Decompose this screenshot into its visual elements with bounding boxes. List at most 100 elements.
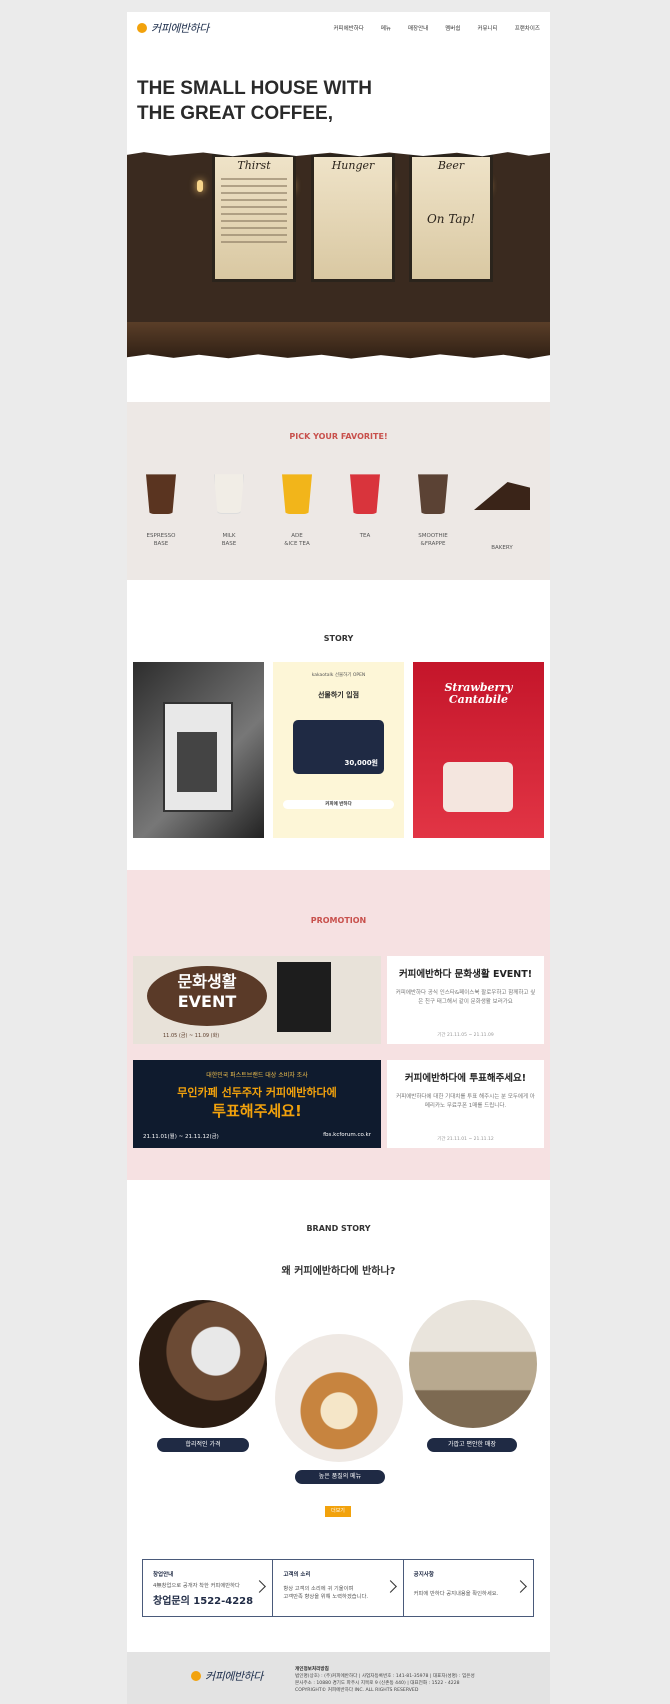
card2-top-text: kakaotalk 선물하기 OPEN [311, 673, 366, 678]
pick-favorite-section: PICK YOUR FAVORITE! ESPRESSO BASE MILK B… [127, 402, 550, 580]
info-box-heading: 창업안내 [153, 1572, 174, 1578]
site-header: 커피에반하다 커피에반하다 메뉴 매장안내 멤버쉽 커뮤니티 프랜차이즈 [127, 12, 550, 44]
nav-item-franchise[interactable]: 프랜차이즈 [515, 24, 540, 32]
menu-board: Hunger [311, 154, 395, 282]
vote-banner-line2: 투표해주세요! [212, 1102, 302, 1120]
culture-event-line2: EVENT [177, 992, 237, 1011]
product-label: ADE &ICE TEA [284, 533, 310, 547]
logo-text: 커피에반하다 [151, 22, 209, 35]
kiosk-machine [177, 732, 217, 792]
hero-title: THE SMALL HOUSE WITH THE GREAT COFFEE, [137, 76, 467, 126]
counter [127, 322, 550, 360]
logo-mark-icon [191, 1671, 201, 1681]
tea-cup-icon [350, 474, 380, 514]
vote-banner-url: fbs.kcforum.co.kr [323, 1132, 371, 1138]
product-espresso[interactable]: ESPRESSO BASE [131, 470, 191, 548]
gift-card-amount: 30,000원 [344, 759, 378, 767]
nav-item-about[interactable]: 커피에반하다 [334, 24, 364, 32]
promo-banner-culture-event[interactable]: 문화생활 EVENT 11.05 (금) ~ 11.09 (화) [133, 956, 381, 1044]
pill-comfortable-store[interactable]: 가깝고 편안한 매장 [427, 1438, 517, 1452]
movie-poster [277, 962, 331, 1032]
pill-quality-menu[interactable]: 높은 품질의 메뉴 [295, 1470, 385, 1484]
logo[interactable]: 커피에반하다 [137, 20, 209, 36]
menu-board-title: Hunger [331, 159, 375, 172]
vote-banner-date: 21.11.01(월) ~ 21.11.12(금) [143, 1134, 219, 1140]
story-card-strawberry[interactable]: Strawberry Cantabile [413, 662, 544, 838]
info-box-description: 커피에 반하다 공지내용을 확인하세요. [413, 1591, 499, 1597]
product-ade[interactable]: ADE &ICE TEA [267, 470, 327, 548]
culture-event-date: 11.05 (금) ~ 11.09 (화) [163, 1033, 220, 1039]
more-button[interactable]: 더보기 [325, 1506, 351, 1517]
menu-board: Thirst [212, 154, 296, 282]
vote-banner-line1: 무인카페 선두주자 커피에반하다에 [177, 1086, 337, 1099]
story-title: STORY [323, 634, 354, 643]
espresso-cup-icon [146, 474, 176, 514]
product-milk[interactable]: MILK BASE [199, 470, 259, 548]
page: 커피에반하다 커피에반하다 메뉴 매장안내 멤버쉽 커뮤니티 프랜차이즈 THE… [127, 12, 550, 1704]
info-box-customer-voice[interactable]: 고객의 소리 항상 고객의 소리에 귀 기울이며 고객만족 향상을 위해 노력하… [273, 1560, 404, 1616]
product-bakery[interactable]: BAKERY [472, 470, 532, 552]
cake-icon [474, 482, 530, 510]
hero-title-line1: THE SMALL HOUSE WITH [137, 78, 373, 99]
product-tea[interactable]: TEA [335, 470, 395, 540]
footer-info: 개인정보처리방침 법인명(상호) : (주)커피에반하다 | 사업자등록번호 :… [295, 1666, 475, 1694]
info-box-description: 4無창업으로 공개자 착한 커피에반하다 [153, 1583, 240, 1589]
menu-board-subtitle: On Tap! [426, 212, 476, 226]
product-label: TEA [359, 533, 371, 539]
nav-item-menu[interactable]: 메뉴 [381, 24, 391, 32]
menu-board-title: Thirst [237, 159, 271, 172]
promo-date: 기간 21.11.01 ~ 21.11.12 [437, 1137, 494, 1142]
promo-banner-vote[interactable]: 대한민국 퍼스트브랜드 대상 소비자 조사 무인카페 선두주자 커피에반하다에 … [133, 1060, 381, 1148]
promotion-section: PROMOTION 문화생활 EVENT 11.05 (금) ~ 11.09 (… [127, 870, 550, 1180]
site-footer: 커피에반하다 개인정보처리방침 법인명(상호) : (주)커피에반하다 | 사업… [127, 1652, 550, 1704]
brand-image-quality [275, 1334, 403, 1462]
brand-image-price [139, 1300, 267, 1428]
info-box-notice[interactable]: 공지사항 커피에 반하다 공지내용을 확인하세요. [404, 1560, 533, 1616]
promo-heading: 커피에반하다에 투표해주세요! [404, 1073, 527, 1084]
promo-text-culture-event[interactable]: 커피에반하다 문화생활 EVENT! 커피에반하다 공식 인스타&페이스북 팔로… [387, 956, 544, 1044]
footer-logo[interactable]: 커피에반하다 [191, 1668, 263, 1684]
nav-item-membership[interactable]: 멤버쉽 [445, 24, 460, 32]
pill-reasonable-price[interactable]: 합리적인 가격 [157, 1438, 249, 1452]
info-box-heading: 공지사항 [413, 1572, 434, 1578]
promotion-title: PROMOTION [310, 916, 367, 925]
smoothie-cup-icon [418, 474, 448, 514]
brand-subtitle: 왜 커피에반하다에 반하나? [281, 1266, 396, 1277]
product-label: BAKERY [491, 545, 513, 551]
card2-search-bar: 커피에 반하다 [283, 800, 394, 809]
promo-description: 커피에반하다에 대한 기대치를 투표 해주시는 분 모두에게 아메리카노 무료쿠… [396, 1094, 535, 1109]
promo-heading: 커피에반하다 문화생활 EVENT! [398, 969, 533, 980]
card2-title: 선물하기 입점 [317, 691, 360, 699]
lamp-icon [197, 180, 203, 192]
milk-cup-icon [214, 474, 244, 514]
product-smoothie[interactable]: SMOOTHIE &FRAPPE [403, 470, 463, 548]
info-box-startup[interactable]: 창업안내 4無창업으로 공개자 착한 커피에반하다 창업문의 1522-4228 [143, 1560, 274, 1616]
product-label: SMOOTHIE &FRAPPE [418, 533, 448, 547]
pick-title: PICK YOUR FAVORITE! [289, 432, 388, 441]
brand-image-store [409, 1300, 537, 1428]
nav-item-stores[interactable]: 매장안내 [408, 24, 428, 32]
gift-card: 30,000원 [293, 720, 384, 774]
story-card-store[interactable] [133, 662, 264, 838]
privacy-policy-link[interactable]: 개인정보처리방침 [295, 1666, 475, 1673]
promo-text-vote[interactable]: 커피에반하다에 투표해주세요! 커피에반하다에 대한 기대치를 투표 해주시는 … [387, 1060, 544, 1148]
info-box-heading: 고객의 소리 [283, 1572, 311, 1578]
hero-title-line2: THE GREAT COFFEE, [137, 103, 333, 124]
menu-board: Beer On Tap! [409, 154, 493, 282]
ade-cup-icon [282, 474, 312, 514]
culture-event-line1: 문화생활 [177, 972, 237, 991]
story-card-kakao-gift[interactable]: kakaotalk 선물하기 OPEN 선물하기 입점 30,000원 커피에 … [273, 662, 404, 838]
menu-board-title: Beer [437, 159, 465, 172]
product-label: ESPRESSO BASE [146, 533, 176, 547]
footer-address: 본사주소 : 10880 경기도 파주시 지목로 9 (신촌동 440) | 대… [295, 1681, 460, 1686]
promo-description: 커피에반하다 공식 인스타&페이스북 팔로우하고 함께하고 싶은 친구 태그해서… [395, 990, 536, 1005]
startup-phone: 창업문의 1522-4228 [153, 1596, 254, 1607]
vote-banner-top: 대한민국 퍼스트브랜드 대상 소비자 조사 [206, 1072, 308, 1079]
culture-event-text: 문화생활 EVENT [147, 972, 267, 1012]
brand-story-title: BRAND STORY [306, 1224, 371, 1233]
promo-date: 기간 21.11.05 ~ 21.11.09 [437, 1033, 494, 1038]
info-box-description: 항상 고객의 소리에 귀 기울이며 고객만족 향상을 위해 노력하겠습니다. [283, 1586, 369, 1600]
logo-mark-icon [137, 23, 147, 33]
nav-item-community[interactable]: 커뮤니티 [477, 24, 497, 32]
product-label: MILK BASE [221, 533, 237, 547]
